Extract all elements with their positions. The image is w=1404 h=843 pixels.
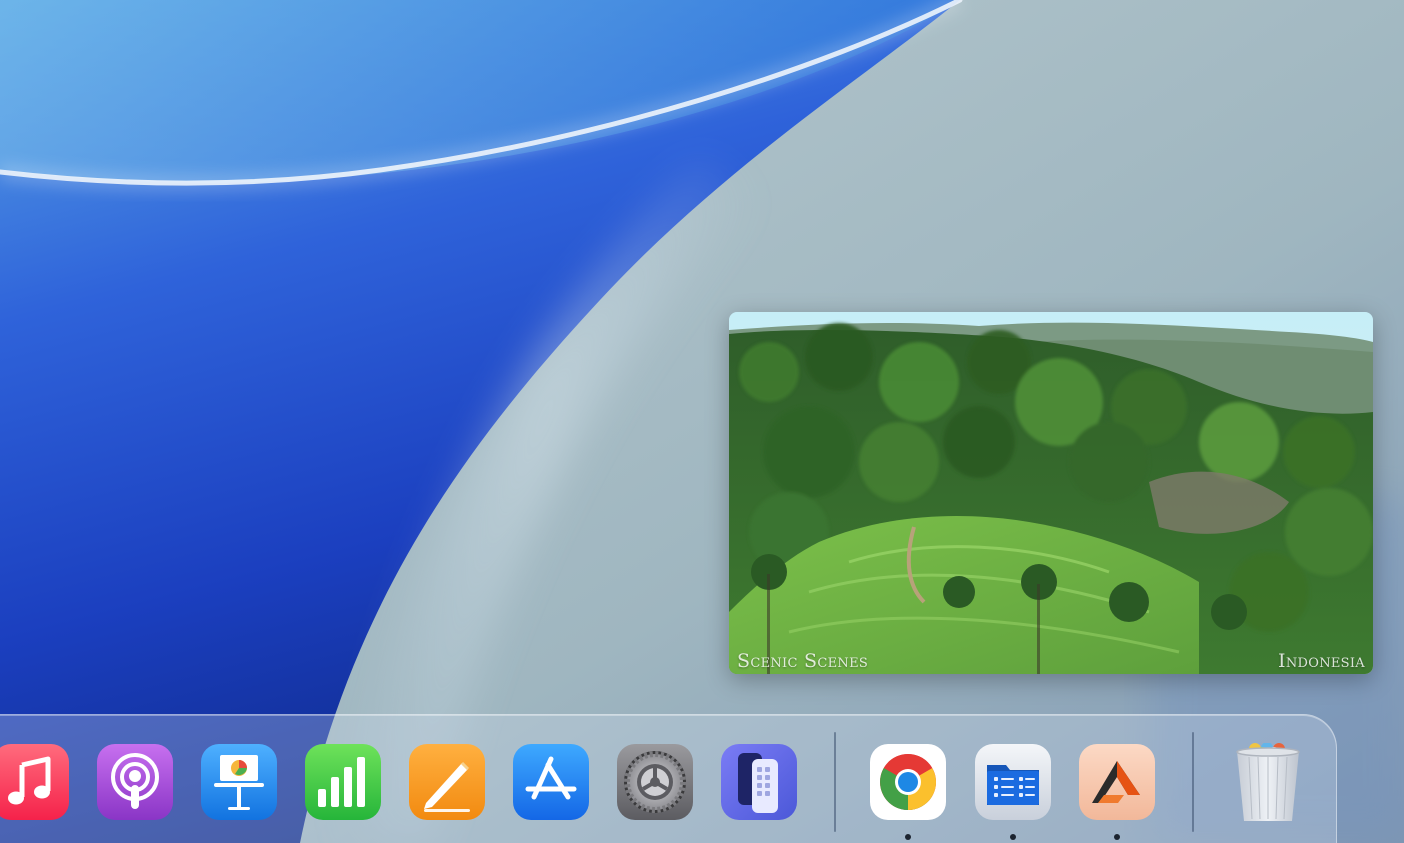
video-caption-right: Indonesia <box>1278 650 1365 672</box>
dock-item-numbers[interactable] <box>304 743 382 821</box>
file-manager-icon <box>975 744 1051 820</box>
dock-item-podcasts[interactable] <box>96 743 174 821</box>
dock-item-affinity-designer[interactable] <box>1078 743 1156 821</box>
trash-icon <box>1236 743 1300 821</box>
dock-item-keynote[interactable] <box>200 743 278 821</box>
dock-item-chrome[interactable] <box>869 743 947 821</box>
desktop[interactable]: Scenic Scenes Indonesia <box>0 0 1404 843</box>
music-icon <box>0 744 69 820</box>
dock-item-pages[interactable] <box>408 743 486 821</box>
app-store-icon <box>513 744 589 820</box>
pages-icon <box>409 744 485 820</box>
running-indicator-affinity-designer <box>1114 834 1120 840</box>
dock-separator <box>834 732 836 832</box>
dock-item-music[interactable] <box>0 743 70 821</box>
podcasts-icon <box>97 744 173 820</box>
video-frame-landscape <box>729 312 1373 674</box>
iphone-mirroring-icon <box>721 744 797 820</box>
running-indicator-file-manager <box>1010 834 1016 840</box>
chrome-icon <box>870 744 946 820</box>
dock-item-iphone-mirroring[interactable] <box>720 743 798 821</box>
picture-in-picture-video[interactable]: Scenic Scenes Indonesia <box>729 312 1373 674</box>
keynote-icon <box>201 744 277 820</box>
dock-item-trash[interactable] <box>1229 743 1307 821</box>
system-settings-icon <box>617 744 693 820</box>
affinity-designer-icon <box>1079 744 1155 820</box>
video-caption-left: Scenic Scenes <box>737 650 869 672</box>
dock-item-app-store[interactable] <box>512 743 590 821</box>
dock-separator <box>1192 732 1194 832</box>
dock-item-file-manager[interactable] <box>974 743 1052 821</box>
dock-item-system-settings[interactable] <box>616 743 694 821</box>
running-indicator-chrome <box>905 834 911 840</box>
numbers-icon <box>305 744 381 820</box>
